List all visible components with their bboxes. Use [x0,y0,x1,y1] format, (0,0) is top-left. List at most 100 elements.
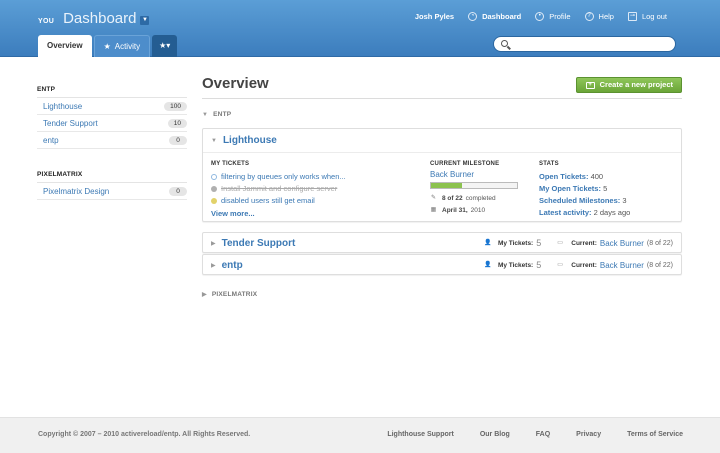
footer-link-faq[interactable]: FAQ [536,431,550,438]
my-tickets-count: 5 [536,238,542,248]
expand-triangle-icon: ▶ [211,240,216,247]
tab-overview[interactable]: Overview [38,35,92,57]
sidebar-item-label: Lighthouse [43,101,83,111]
help-icon: ? [584,12,594,21]
milestone-progress-bar [430,182,518,189]
nav-profile-link[interactable]: • Profile [535,12,571,21]
create-project-label: Create a new project [599,80,673,89]
panel-header[interactable]: ▼ Lighthouse [203,129,681,152]
count-badge: 0 [169,186,187,196]
nav-help-link[interactable]: ? Help [584,12,614,21]
nav-dashboard-label: Dashboard [482,12,522,21]
group-toggle-entp[interactable]: ▼ ENTP [202,111,231,118]
tab-activity[interactable]: ★ Activity [93,35,151,57]
count-badge: 10 [167,118,187,128]
sidebar-item-pixelmatrix-design[interactable]: Pixelmatrix Design 0 [37,183,187,200]
footer-links: Lighthouse Support Our Blog FAQ Privacy … [361,431,683,438]
milestone-completed: ✎ 8 of 22 completed [430,195,496,202]
sidebar-group-title: PIXELMATRIX [37,171,187,183]
project-name[interactable]: Lighthouse [223,135,277,146]
search-input[interactable] [493,36,676,52]
search-icon [501,40,508,47]
stat-open-tickets: Open Tickets: 400 [539,172,603,181]
stat-value: 2 days ago [593,208,631,217]
stat-key[interactable]: Open Tickets: [539,172,588,181]
nav-dashboard-link[interactable]: ◔ Dashboard [468,12,521,21]
expand-triangle-icon: ▶ [202,292,207,298]
footer-link-lighthouse-support[interactable]: Lighthouse Support [387,431,454,438]
add-icon: + [585,81,595,89]
divider [202,98,682,99]
group-toggle-pixelmatrix[interactable]: ▶ PIXELMATRIX [202,291,257,298]
header: YOU Dashboard ▼ Josh Pyles ◔ Dashboard •… [0,0,720,57]
sidebar-item-tender-support[interactable]: Tender Support 10 [37,115,187,132]
dashboard-icon: ◔ [468,12,478,21]
milestone-heading: CURRENT MILESTONE [430,161,500,167]
sidebar-group-title: ENTP [37,86,187,98]
ticket-link[interactable]: disabled users still get email [211,196,315,205]
stat-value: 5 [603,184,608,193]
current-milestone-link[interactable]: Back Burner [600,239,644,248]
copyright: Copyright © 2007 – 2010 activereload/ent… [38,431,251,438]
footer-link-blog[interactable]: Our Blog [480,431,510,438]
collapse-triangle-icon: ▼ [211,137,217,144]
ticket-done-icon [211,185,217,192]
star-icon: ★ [103,42,111,51]
stat-my-open-tickets: My Open Tickets: 5 [539,184,607,193]
footer-link-privacy[interactable]: Privacy [576,431,601,438]
pin-icon: ★▾ [159,41,171,50]
milestone-date: April 31, [442,207,468,214]
project-panel-tender-support: ▶ Tender Support 👤 My Tickets: 5 ▭ Curre… [202,232,682,253]
user-name-link[interactable]: Josh Pyles [415,12,454,21]
ticket-link[interactable]: filtering by queues only works when... [211,172,346,181]
stat-key[interactable]: Scheduled Milestones: [539,196,620,205]
stat-value: 400 [590,172,604,181]
my-tickets-label: My Tickets: [497,239,534,247]
create-project-button[interactable]: + Create a new project [575,77,682,93]
project-name[interactable]: Tender Support [222,238,296,249]
milestone-completed-count: 8 of 22 [442,195,463,202]
calendar-icon: ▦ [430,207,437,213]
milestone-icon: ▭ [557,239,563,246]
view-more-link[interactable]: View more... [211,209,255,218]
current-milestone-link[interactable]: Back Burner [600,261,644,270]
footer: Copyright © 2007 – 2010 activereload/ent… [0,417,720,453]
nav-profile-label: Profile [549,12,571,21]
sidebar-item-label: Tender Support [43,118,98,128]
milestone-completed-suffix: completed [465,195,496,202]
current-label: Current: [571,261,597,269]
count-badge: 0 [169,135,187,145]
footer-link-terms[interactable]: Terms of Service [627,431,683,438]
sidebar-group-entp: ENTP Lighthouse 100 Tender Support 10 en… [37,86,187,149]
nav-logout-link[interactable]: ⊸ Log out [627,12,667,21]
sidebar-item-lighthouse[interactable]: Lighthouse 100 [37,98,187,115]
stat-scheduled-milestones: Scheduled Milestones: 3 [539,196,627,205]
dashboard-title[interactable]: Dashboard [63,10,136,27]
panel-body: MY TICKETS filtering by queues only work… [203,152,681,221]
milestone-icon: ▭ [557,261,563,268]
sidebar-item-label: entp [43,135,59,145]
tab-activity-label: Activity [114,42,141,51]
project-panel-entp: ▶ entp 👤 My Tickets: 5 ▭ Current: Back B… [202,254,682,275]
stats-heading: STATS [539,161,559,167]
top-nav: Josh Pyles ◔ Dashboard • Profile ? Help … [401,12,667,21]
person-icon: 👤 [483,239,492,246]
ticket-title: disabled users still get email [221,196,315,205]
my-tickets-label: My Tickets: [497,261,534,269]
panel-summary: 👤 My Tickets: 5 ▭ Current: Back Burner (… [484,260,673,270]
current-milestone-count: (8 of 22) [646,261,673,269]
sidebar-item-entp[interactable]: entp 0 [37,132,187,149]
stat-key[interactable]: Latest activity: [539,208,592,217]
pinned-menu-button[interactable]: ★▾ [152,35,178,57]
milestone-progress-fill [431,183,462,188]
sidebar-item-label: Pixelmatrix Design [43,186,110,196]
milestone-link[interactable]: Back Burner [430,170,474,179]
project-name[interactable]: entp [222,260,243,271]
stat-key[interactable]: My Open Tickets: [539,184,601,193]
ticket-title: filtering by queues only works when... [221,172,346,181]
sidebar: ENTP Lighthouse 100 Tender Support 10 en… [37,86,187,200]
group-label: ENTP [213,111,232,118]
ticket-link[interactable]: Install Jammit and configure server [211,184,337,193]
dashboard-dropdown-icon[interactable]: ▼ [140,16,150,25]
panel-summary: 👤 My Tickets: 5 ▭ Current: Back Burner (… [484,238,673,248]
